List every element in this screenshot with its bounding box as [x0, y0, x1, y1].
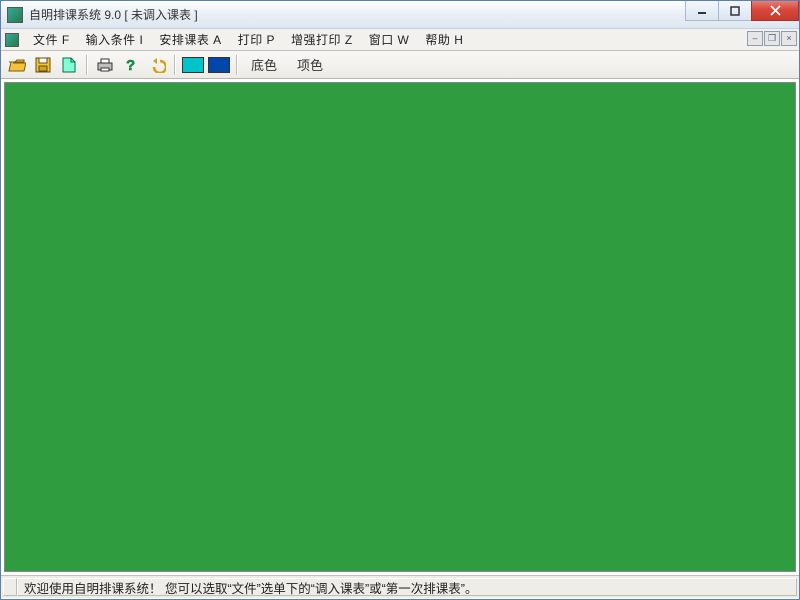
status-bar: 欢迎使用自明排课系统！ 您可以选取“文件”选单下的“调入课表”或“第一次排课表”… [1, 576, 799, 598]
print-button[interactable] [93, 54, 117, 76]
item-color-label: 项色 [297, 55, 323, 74]
menu-window[interactable]: 窗口 W [361, 29, 418, 50]
mdi-controls: – ❐ × [747, 31, 797, 46]
mdi-document-icon [5, 33, 19, 47]
status-cell-left [3, 578, 17, 596]
help-icon: ? [123, 57, 139, 73]
save-icon [35, 57, 51, 73]
item-color-swatch-button[interactable] [207, 54, 231, 76]
print-icon [96, 57, 114, 73]
menu-arrange-schedule[interactable]: 安排课表 A [151, 29, 229, 50]
close-button[interactable] [751, 1, 799, 21]
menu-bar: 文件 F 输入条件 I 安排课表 A 打印 P 增强打印 Z 窗口 W 帮助 H… [1, 29, 799, 51]
maximize-button[interactable] [718, 1, 752, 21]
mdi-close-button[interactable]: × [781, 31, 797, 46]
mdi-minimize-button[interactable]: – [747, 31, 763, 46]
toolbar: ? 底色 项色 [1, 51, 799, 79]
toolbar-separator [174, 55, 176, 75]
swatch-blue-icon [208, 57, 230, 73]
bg-color-swatch-button[interactable] [181, 54, 205, 76]
window-title: 自明排课系统 9.0 [ 未调入课表 ] [29, 6, 198, 23]
open-icon [8, 57, 26, 73]
new-icon [62, 57, 76, 73]
undo-icon [148, 57, 166, 73]
window-controls [686, 1, 799, 21]
minimize-button[interactable] [685, 1, 719, 21]
help-button[interactable]: ? [119, 54, 143, 76]
schedule-canvas[interactable] [4, 82, 796, 572]
toolbar-separator [86, 55, 88, 75]
svg-text:?: ? [126, 57, 135, 73]
toolbar-separator [236, 55, 238, 75]
swatch-cyan-icon [182, 57, 204, 73]
new-button[interactable] [57, 54, 81, 76]
menu-print[interactable]: 打印 P [230, 29, 283, 50]
menu-enhanced-print[interactable]: 增强打印 Z [283, 29, 361, 50]
app-icon [7, 7, 23, 23]
content-frame [1, 79, 799, 576]
menu-input-conditions[interactable]: 输入条件 I [78, 29, 152, 50]
undo-button[interactable] [145, 54, 169, 76]
menu-file[interactable]: 文件 F [25, 29, 78, 50]
menu-help[interactable]: 帮助 H [417, 29, 471, 50]
mdi-restore-button[interactable]: ❐ [764, 31, 780, 46]
window-titlebar: 自明排课系统 9.0 [ 未调入课表 ] [1, 1, 799, 29]
bg-color-label: 底色 [251, 55, 277, 74]
save-button[interactable] [31, 54, 55, 76]
open-button[interactable] [5, 54, 29, 76]
status-message: 欢迎使用自明排课系统！ 您可以选取“文件”选单下的“调入课表”或“第一次排课表”… [17, 578, 797, 596]
